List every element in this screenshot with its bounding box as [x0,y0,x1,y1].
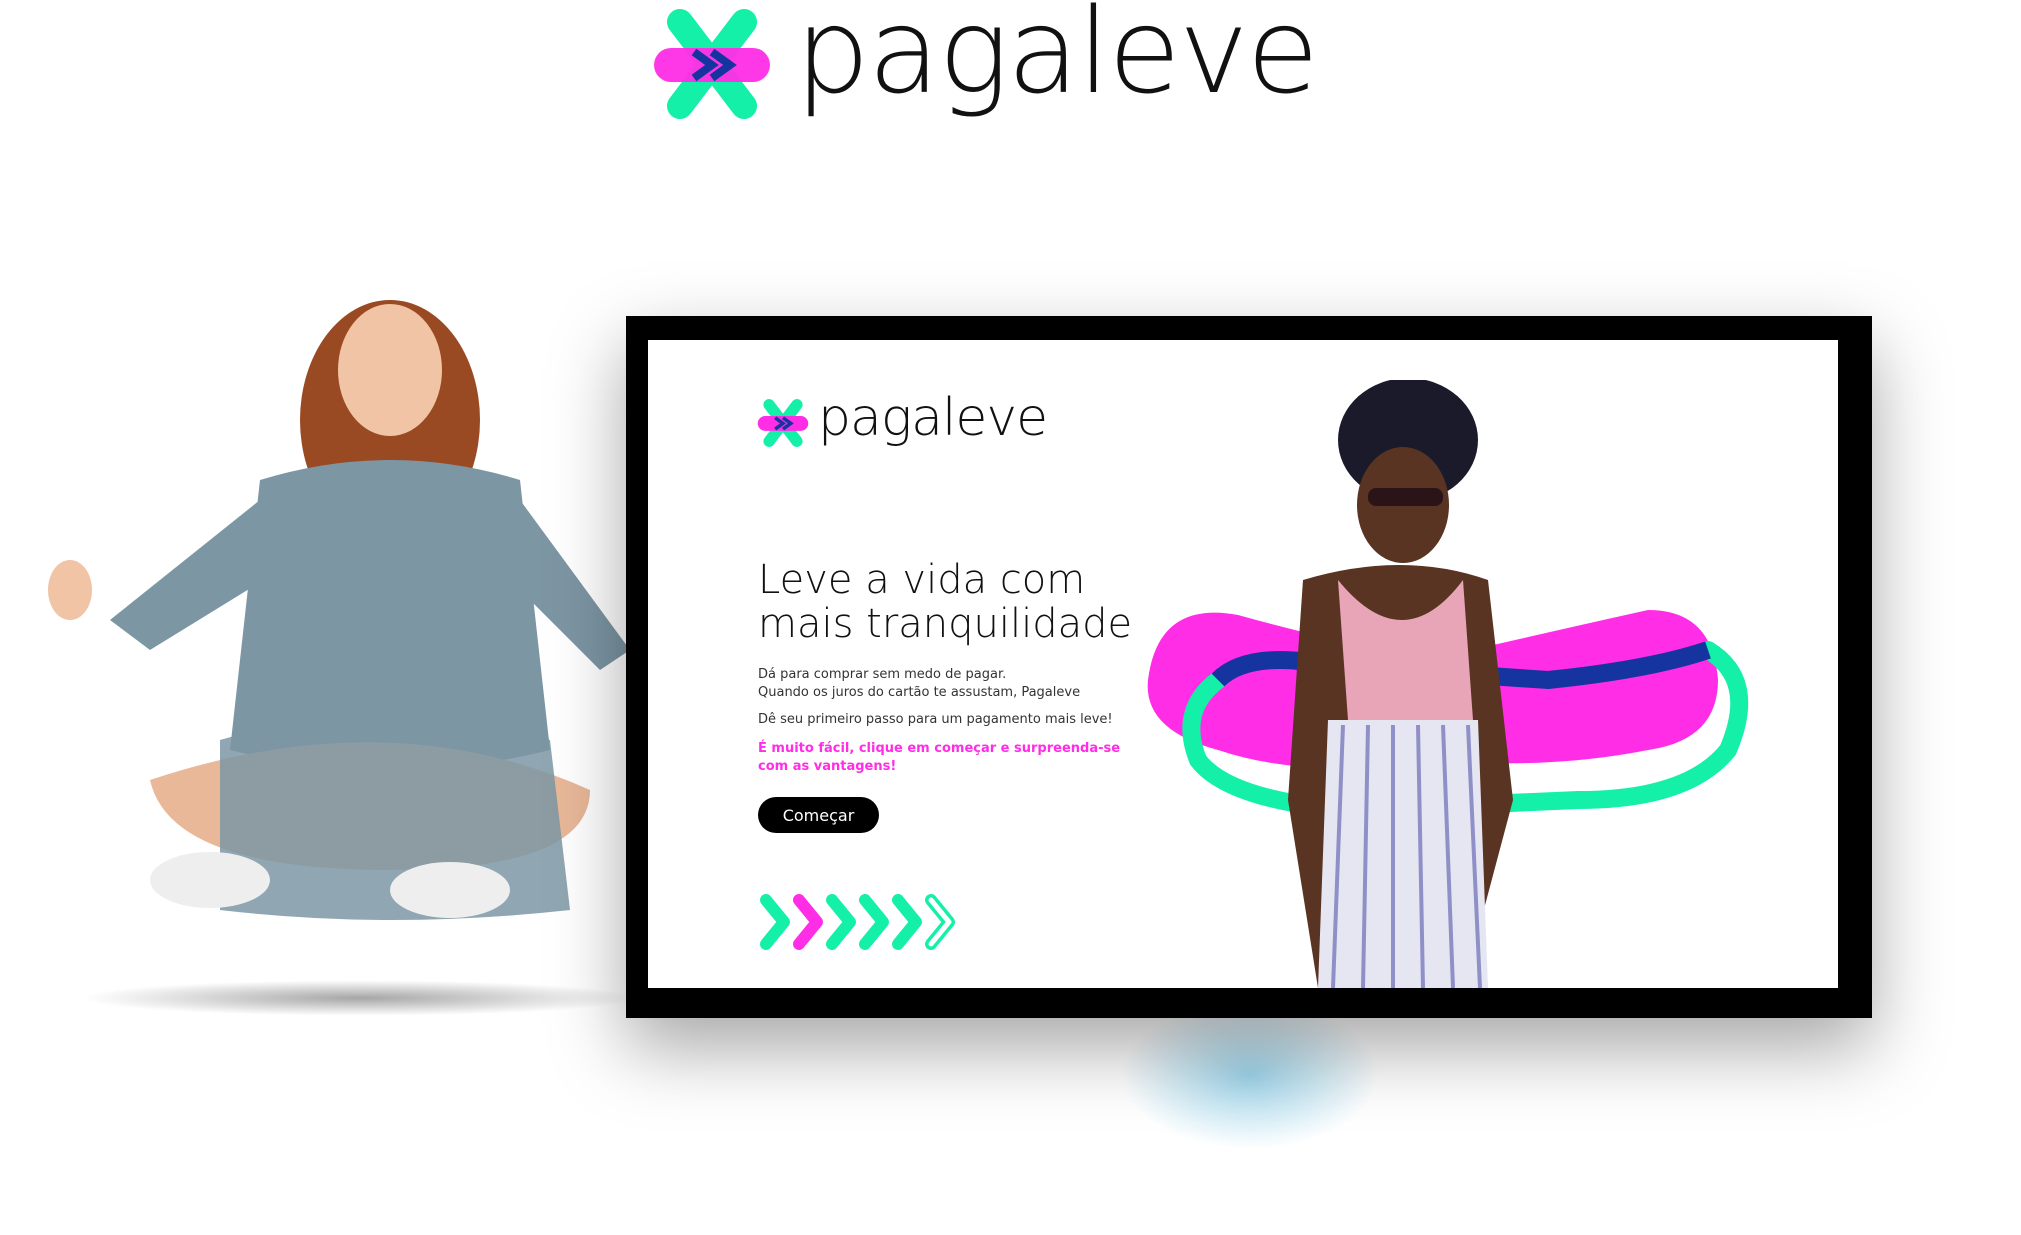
hero-heading: Leve a vida com mais tranquilidade [758,558,1132,646]
pagaleve-logo-icon [654,9,770,119]
start-button[interactable]: Começar [758,797,879,833]
highlight-text: É muito fácil, clique em começar e surpr… [758,740,1120,776]
meditating-woman-image [48,300,630,920]
screen-glow [1120,1000,1380,1150]
monitor-screen: pagaleve Leve a vida com mais tranquilid… [648,340,1838,988]
paragraph-line2: Quando os juros do cartão te assustam, P… [758,685,1081,700]
top-logo-wordmark: pagaleve [795,0,1319,120]
top-logo [650,8,774,125]
hero-image [1147,380,1749,988]
highlight-line1: É muito fácil, clique em começar e surpr… [758,741,1121,756]
chevrons-decoration-icon [760,894,955,950]
screen-logo-wordmark: pagaleve [818,388,1048,448]
paragraph-line1: Dá para comprar sem medo de pagar. [758,667,1007,682]
floor-shadow [80,980,640,1016]
pagaleve-logo-icon [757,399,809,447]
paragraph-line3: Dê seu primeiro passo para um pagamento … [758,712,1113,727]
highlight-line2: com as vantagens! [758,759,897,774]
screen-logo: pagaleve [756,388,1048,448]
hero-heading-line1: Leve a vida com [758,557,1086,603]
hero-heading-line2: mais tranquilidade [758,601,1133,647]
